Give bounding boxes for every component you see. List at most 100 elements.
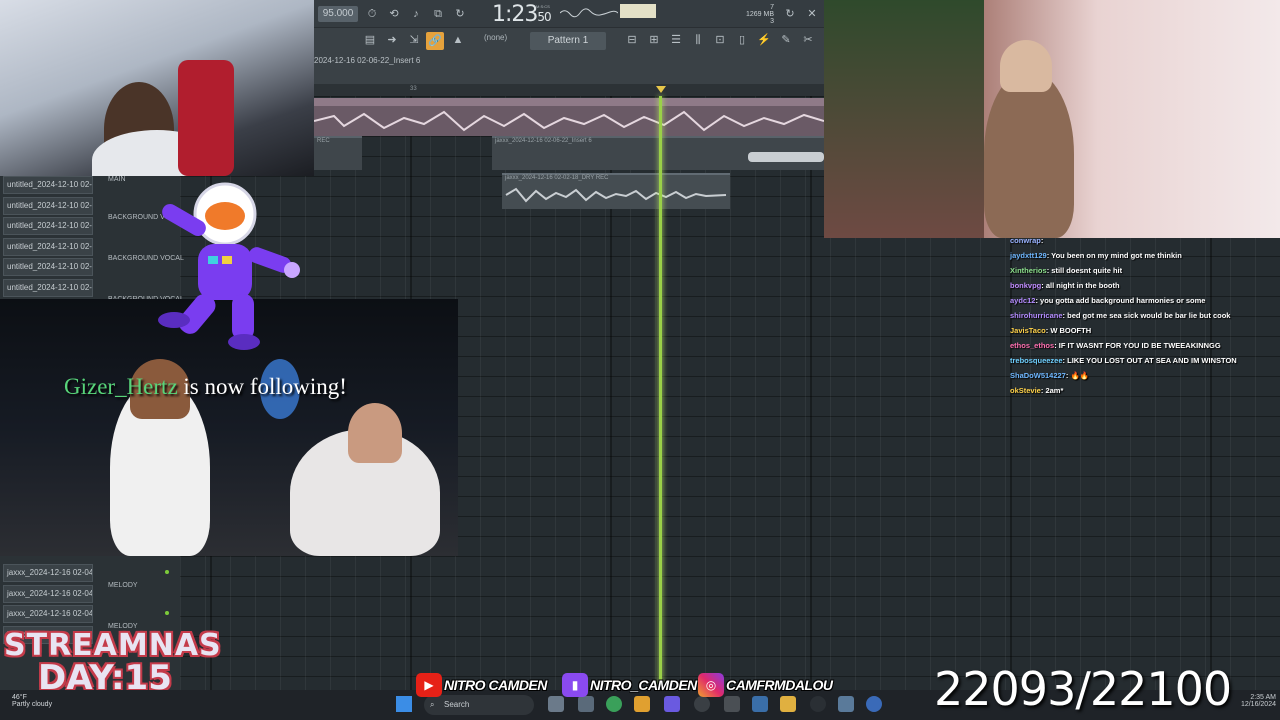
chat-username[interactable]: shirohurricane <box>1010 311 1063 320</box>
stream-screen: MAIN untitled_2024-12-10 02- BACKGROUND V… <box>0 0 1280 720</box>
track-clip-label[interactable]: untitled_2024-12-10 02- <box>3 196 93 215</box>
webcam-top-left <box>0 0 314 176</box>
memory-mb: 1269 MB <box>746 11 775 18</box>
time-unit-label: M:S:CS <box>536 4 550 9</box>
waveform-segment <box>748 152 824 162</box>
app-icon[interactable] <box>838 696 854 712</box>
chat-message: Xintherios: still doesnt quite hit <box>1010 266 1280 275</box>
chat-text: LIKE YOU LOST OUT AT SEA AND IM WINSTON <box>1067 356 1237 365</box>
time-main: 1:23 <box>492 2 538 27</box>
browser-icon[interactable]: ⊡ <box>712 32 728 48</box>
audio-clip-dry-rec[interactable]: jaxxx_2024-12-16 02-02-18_DRY REC <box>502 173 730 209</box>
track-clip-label[interactable]: untitled_2024-12-10 02- <box>3 217 93 235</box>
playlist-icon[interactable]: ▤ <box>362 32 378 48</box>
chat-text: IF IT WASNT FOR YOU ID BE TWEEAKINNGG <box>1058 341 1221 350</box>
chat-message: JavisTaco: W BOOFTH <box>1010 326 1280 335</box>
file-icon[interactable]: ▯ <box>734 32 750 48</box>
link-icon[interactable]: 🔗 <box>426 32 444 50</box>
track-led <box>165 611 169 615</box>
chat-username[interactable]: aydc12 <box>1010 296 1035 305</box>
chat-username[interactable]: ethos_ethos <box>1010 341 1054 350</box>
chat-text: all night in the booth <box>1045 281 1120 290</box>
weather-temp: 46°F <box>12 694 27 701</box>
chat-username[interactable]: okStevie <box>1010 386 1041 395</box>
memory-polyphony: 3 <box>770 18 775 25</box>
audio-clip-main[interactable] <box>314 98 824 136</box>
youtube-link: ▶ NITRO CAMDEN <box>416 670 547 700</box>
chat-text: bed got me sea sick would be bar lie but… <box>1067 311 1231 320</box>
track-clip-label[interactable]: untitled_2024-12-10 02- <box>3 258 93 276</box>
chat-message: trebosqueezee: LIKE YOU LOST OUT AT SEA … <box>1010 356 1280 365</box>
chat-username[interactable]: ShaDoW514227 <box>1010 371 1066 380</box>
playhead-line <box>659 96 662 690</box>
chat-text: You been on my mind got me thinkin <box>1051 251 1182 260</box>
daw-toolbar: 95.000 ⏱ ⟲ ♪ ⧉ ↻ 1:2350 M:S:CS 7 1269 MB… <box>314 0 824 96</box>
track-led <box>165 570 169 574</box>
timeline-ruler[interactable]: 33 <box>314 84 824 96</box>
mixer-icon[interactable]: ☰ <box>668 32 684 48</box>
person-right-head <box>348 403 402 463</box>
chat-text: 🔥🔥 <box>1070 371 1090 380</box>
waveform-monitor <box>560 8 618 18</box>
track-clip-label[interactable]: untitled_2024-12-10 02- <box>3 237 93 256</box>
clip-title: REC <box>317 138 330 144</box>
instagram-handle: CAMFRMDALOU <box>726 677 833 693</box>
astronaut-sticker <box>158 182 300 350</box>
weather-desc: Partly cloudy <box>12 701 53 708</box>
app-icon[interactable] <box>866 696 882 712</box>
blend-notes-icon[interactable]: ⧉ <box>430 6 446 22</box>
chat-username[interactable]: trebosqueezee <box>1010 356 1063 365</box>
audio-clip-insert[interactable]: jaxxx_2024-12-16 02-06-22_Insert 6 <box>492 136 824 170</box>
arrow-right-icon[interactable]: ➜ <box>384 32 400 48</box>
plugin-icon[interactable]: ⚡ <box>756 32 772 48</box>
chat-text: W BOOFTH <box>1050 326 1092 335</box>
twitch-link: ▮ NITRO_CAMDEN <box>562 670 697 700</box>
audio-clip-header <box>314 98 824 106</box>
chat-username[interactable]: bonkvpg <box>1010 281 1041 290</box>
record-loop-icon[interactable]: ↻ <box>452 6 468 22</box>
clip-title: jaxxx_2024-12-16 02-06-22_Insert 6 <box>495 138 592 144</box>
track-clip-label[interactable]: jaxxx_2024-12-16 02-04- <box>3 584 93 603</box>
stamp-icon[interactable]: ▲ <box>450 32 466 48</box>
follower-name: Gizer_Hertz <box>64 374 178 399</box>
track-clip-label[interactable]: jaxxx_2024-12-16 02-04- <box>3 605 93 623</box>
sliders-icon[interactable]: ⫼ <box>690 32 706 48</box>
brush-icon[interactable]: ✎ <box>778 32 794 48</box>
chat-message: conwrap: <box>1010 236 1280 245</box>
track-clip-label[interactable]: jaxxx_2024-12-16 02-04- <box>3 564 93 582</box>
windows-start-icon[interactable] <box>396 696 412 712</box>
pattern-toolbar: ▤ ➜ ⇲ 🔗 ▲ (none) Pattern 1 ⊟ ⊞ ☰ ⫼ ⊡ ▯ ⚡… <box>314 29 824 53</box>
piano-roll-icon[interactable]: ⊟ <box>624 32 640 48</box>
refresh-icon[interactable]: ↻ <box>782 6 798 22</box>
metronome-icon[interactable]: ⏱ <box>364 6 380 22</box>
vocalist-figure <box>984 70 1074 238</box>
audio-clip-rec[interactable]: REC <box>314 136 362 170</box>
snap-select[interactable]: (none) <box>484 33 507 42</box>
tempo-display[interactable]: 95.000 <box>318 6 358 22</box>
chat-username[interactable]: Xintherios <box>1010 266 1047 275</box>
track-name: MELODY <box>108 582 138 589</box>
follow-alert: Gizer_Hertz is now following! <box>64 374 347 400</box>
chat-username[interactable]: JavisTaco <box>1010 326 1046 335</box>
chat-message: aydc12: you gotta add background harmoni… <box>1010 296 1280 305</box>
snap-icon[interactable]: ⇲ <box>406 32 422 48</box>
playlist-title: 2024-12-16 02-06-22_Insert 6 <box>314 56 421 65</box>
instagram-link: ◎ CAMFRMDALOU <box>698 670 833 700</box>
track-clip-label[interactable]: untitled_2024-12-10 02- <box>3 278 93 297</box>
playhead-marker[interactable] <box>656 86 666 93</box>
track-clip-label[interactable]: untitled_2024-12-10 02- <box>3 176 93 194</box>
pattern-selector[interactable]: Pattern 1 <box>530 32 606 50</box>
chat-username[interactable]: jaydxtt129 <box>1010 251 1047 260</box>
chat-separator: : <box>1040 236 1044 245</box>
close-icon[interactable]: ✕ <box>804 6 820 22</box>
channel-rack-icon[interactable]: ⊞ <box>646 32 662 48</box>
instagram-icon: ◎ <box>698 673 724 697</box>
mute-icon[interactable]: ✂ <box>800 32 816 48</box>
weather-widget[interactable]: 46°F Partly cloudy <box>12 694 52 708</box>
chat-username[interactable]: conwrap <box>1010 236 1041 245</box>
loop-record-icon[interactable]: ⟲ <box>386 6 402 22</box>
taskbar-clock[interactable]: 2:35 AM 12/16/2024 <box>1241 694 1276 708</box>
chat-message: jaydxtt129: You been on my mind got me t… <box>1010 251 1280 260</box>
step-icon[interactable]: ♪ <box>408 6 424 22</box>
chat-text: you gotta add background harmonies or so… <box>1040 296 1206 305</box>
